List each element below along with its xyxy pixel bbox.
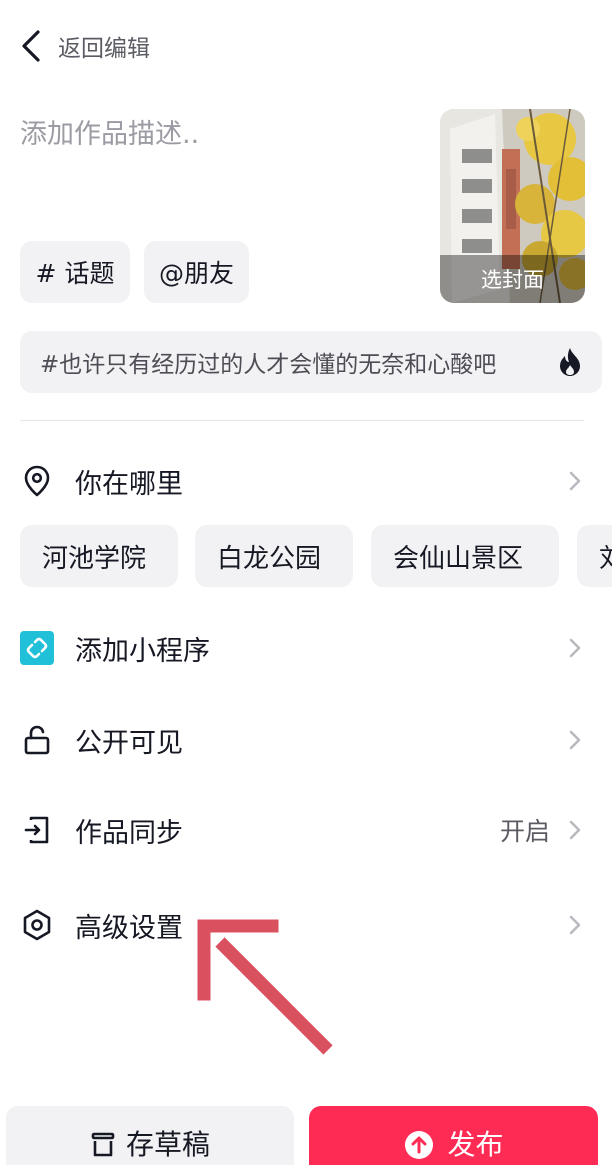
location-chip[interactable]: 河池学院 xyxy=(20,525,178,587)
sync-icon xyxy=(20,813,54,847)
back-to-edit-button[interactable]: 返回编辑 xyxy=(18,24,150,68)
draft-box-icon xyxy=(90,1128,116,1165)
save-draft-button[interactable]: 存草稿 xyxy=(6,1106,294,1165)
location-chip[interactable]: 会仙山景区 xyxy=(371,525,559,587)
location-chip[interactable]: 白龙公园 xyxy=(195,525,353,587)
chevron-right-icon xyxy=(568,470,582,496)
description-input[interactable]: 添加作品描述.. xyxy=(20,112,199,151)
cover-picker[interactable]: 选封面 xyxy=(440,109,585,303)
location-row[interactable]: 你在哪里 xyxy=(0,451,612,511)
hot-topic-suggestion[interactable]: #也许只有经历过的人才会懂的无奈和心酸吧 xyxy=(20,331,602,393)
location-suggestions: 河池学院 白龙公园 会仙山景区 刘 xyxy=(20,525,612,587)
unlock-icon xyxy=(20,723,54,757)
chevron-right-icon xyxy=(568,729,582,755)
topic-chip[interactable]: # 话题 xyxy=(20,241,130,303)
mini-program-icon xyxy=(20,631,54,665)
bottom-action-bar: 存草稿 发布 xyxy=(0,1100,612,1165)
mini-program-label: 添加小程序 xyxy=(75,635,210,667)
sync-label: 作品同步 xyxy=(75,817,183,849)
mention-friend-chip[interactable]: @朋友 xyxy=(144,241,249,303)
publish-label: 发布 xyxy=(447,1128,504,1161)
advanced-settings-label: 高级设置 xyxy=(75,912,183,944)
sync-row[interactable]: 作品同步 开启 xyxy=(0,800,612,860)
chevron-right-icon xyxy=(568,637,582,663)
location-chip[interactable]: 刘 xyxy=(577,525,612,587)
visibility-row[interactable]: 公开可见 xyxy=(0,710,612,770)
chevron-left-icon xyxy=(18,28,44,64)
save-draft-label: 存草稿 xyxy=(125,1128,210,1161)
divider xyxy=(20,420,584,421)
mini-program-row[interactable]: 添加小程序 xyxy=(0,618,612,678)
hot-topic-text: #也许只有经历过的人才会懂的无奈和心酸吧 xyxy=(40,352,497,378)
fire-icon xyxy=(558,347,582,381)
back-label: 返回编辑 xyxy=(58,36,150,62)
upload-arrow-icon xyxy=(403,1128,435,1165)
visibility-label: 公开可见 xyxy=(75,727,183,759)
choose-cover-label: 选封面 xyxy=(440,255,585,303)
location-pin-icon xyxy=(20,464,54,498)
chevron-right-icon xyxy=(568,914,582,940)
location-label: 你在哪里 xyxy=(75,468,183,500)
hexagon-settings-icon xyxy=(20,908,54,942)
annotation-arrow xyxy=(197,919,333,1055)
publish-button[interactable]: 发布 xyxy=(309,1106,598,1165)
sync-status: 开启 xyxy=(499,817,550,846)
chevron-right-icon xyxy=(568,819,582,845)
